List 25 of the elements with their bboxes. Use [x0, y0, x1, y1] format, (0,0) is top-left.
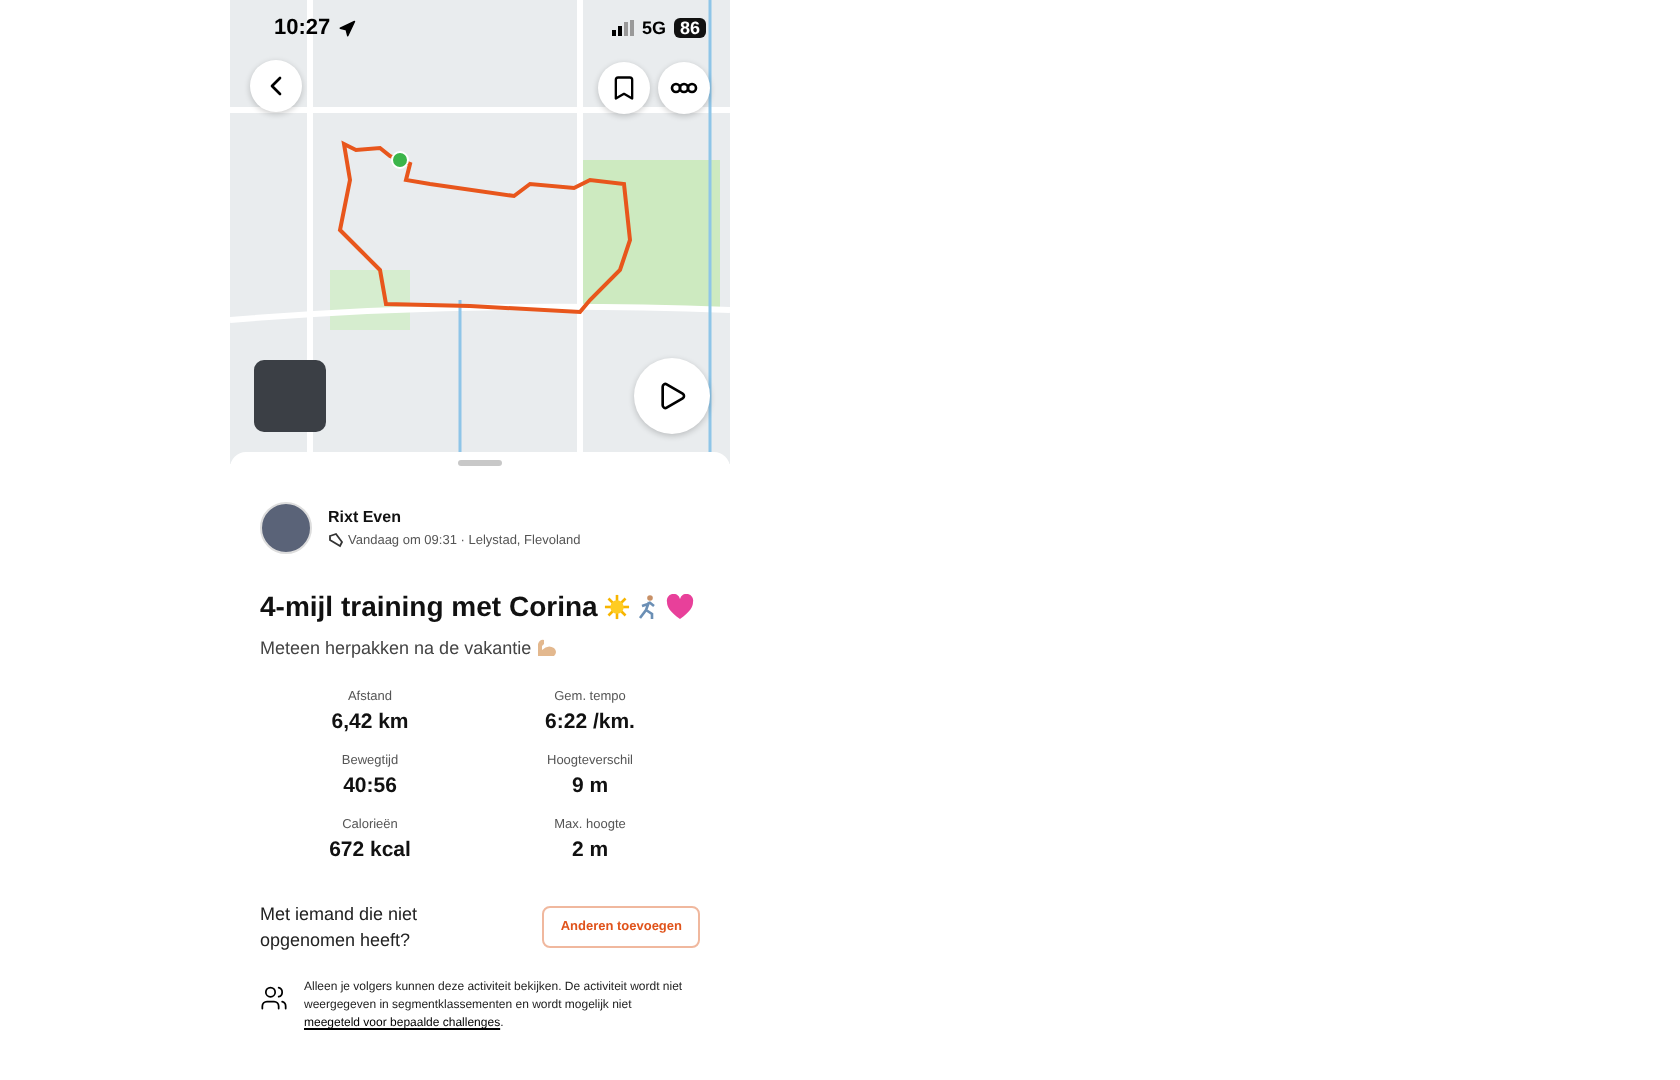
- sun-icon: [603, 593, 630, 619]
- stat-value: 2 m: [571, 838, 609, 862]
- stat-value: 6:22 /km.: [545, 710, 635, 734]
- add-others-question: Met iemand die niet opgenomen heeft?: [260, 902, 420, 953]
- drag-handle[interactable]: [458, 460, 502, 466]
- stat-value: 672 kcal: [329, 838, 411, 862]
- stat-value: 40:56: [343, 774, 397, 798]
- stat-value: 6,42 km: [331, 710, 409, 734]
- bookmark-icon: [610, 74, 638, 102]
- stat-value: 9 m: [571, 774, 609, 798]
- play-icon: [656, 380, 688, 412]
- status-time: 10:27: [274, 16, 331, 40]
- activity-description: Meteen herpakken na de vakantie: [260, 638, 532, 658]
- heart-icon: [665, 593, 694, 619]
- people-icon: [260, 984, 288, 1013]
- flexed-arm-icon: [535, 638, 558, 658]
- runner-icon: [635, 593, 660, 619]
- signal-icon: [611, 20, 634, 36]
- more-icon: [670, 82, 698, 94]
- avatar[interactable]: [260, 502, 312, 554]
- activity-title: 4-mijl training met Corina: [260, 590, 598, 622]
- location-arrow-icon: [338, 19, 357, 37]
- athlete-name[interactable]: Rixt Even: [328, 508, 581, 526]
- network-label: 5G: [641, 18, 666, 38]
- battery-level: 86: [673, 18, 706, 38]
